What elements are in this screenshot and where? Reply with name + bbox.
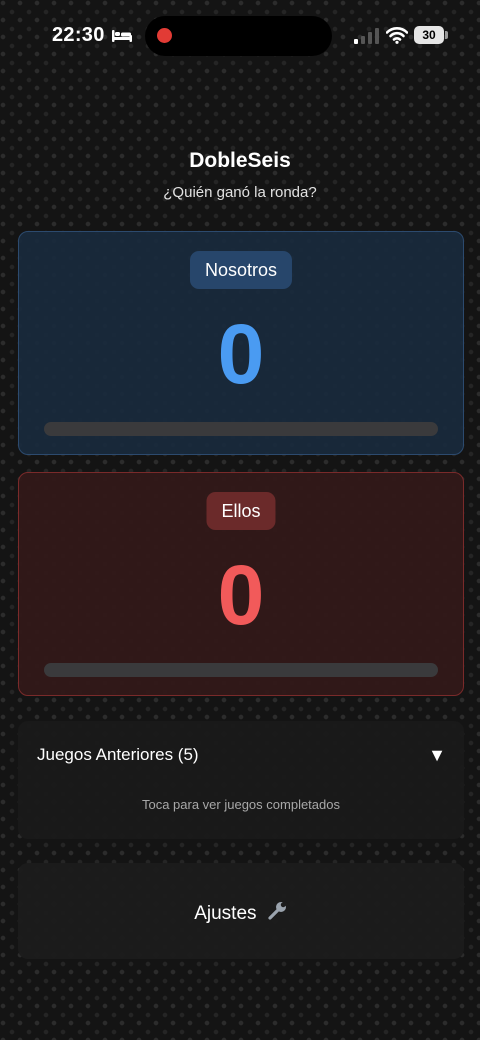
bed-icon	[112, 30, 132, 42]
progress-track-nosotros	[44, 422, 438, 436]
app-subtitle: ¿Quién ganó la ronda?	[163, 184, 317, 201]
dynamic-island	[145, 16, 332, 56]
progress-track-ellos	[44, 663, 438, 677]
cellular-signal-icon	[354, 28, 379, 44]
previous-games-title: Juegos Anteriores (5)	[37, 745, 199, 764]
team-card-ellos[interactable]: Ellos 0	[18, 472, 464, 696]
wifi-icon	[386, 27, 408, 44]
previous-games-hint: Toca para ver juegos completados	[141, 797, 340, 812]
status-time: 22:30	[52, 24, 105, 46]
previous-games-panel[interactable]: Juegos Anteriores (5) ▼ Toca para ver ju…	[18, 721, 464, 839]
app-title: DobleSeis	[189, 149, 291, 172]
chevron-down-icon[interactable]: ▼	[428, 745, 446, 766]
settings-label: Ajustes	[194, 903, 257, 924]
team-name-nosotros: Nosotros	[189, 251, 293, 289]
battery-icon: 30	[414, 26, 444, 44]
team-score-nosotros: 0	[217, 307, 265, 401]
battery-tip	[445, 31, 448, 39]
recording-dot-icon	[157, 28, 172, 43]
status-bar: 22:30 30	[0, 0, 480, 70]
settings-content: Ajustes	[18, 900, 464, 925]
team-card-nosotros[interactable]: Nosotros 0	[18, 231, 464, 455]
wrench-icon	[268, 901, 288, 920]
team-name-ellos: Ellos	[206, 492, 276, 530]
settings-button[interactable]: Ajustes	[18, 863, 464, 959]
team-score-ellos: 0	[217, 548, 265, 642]
